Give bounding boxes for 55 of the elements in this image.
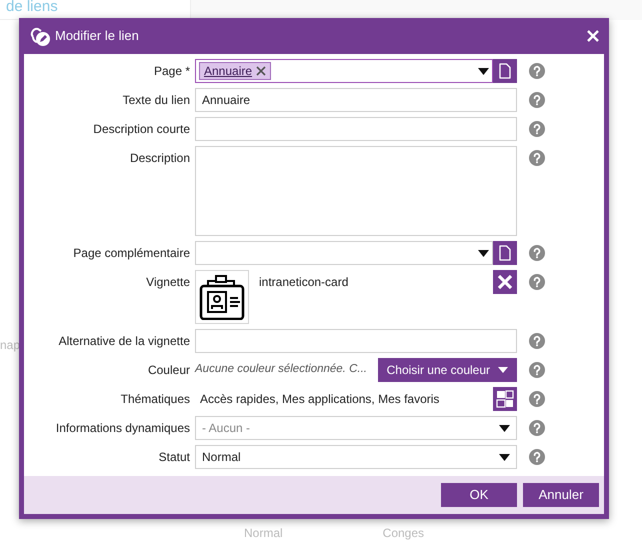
page-tag[interactable]: Annuaire	[199, 62, 272, 80]
help-icon[interactable]	[529, 274, 545, 290]
background-cell-text: Conges	[382, 525, 424, 541]
caret-icon	[478, 68, 489, 74]
text-input[interactable]: Annuaire	[195, 88, 517, 112]
field-label: Informations dynamiques	[54, 420, 190, 437]
text-input[interactable]	[195, 117, 517, 141]
close-icon	[497, 274, 513, 290]
thumbnail-name: intraneticon-card	[259, 274, 350, 291]
close-icon[interactable]	[587, 30, 599, 42]
remove-thumbnail-button[interactable]	[493, 270, 517, 294]
background-cell-text: Normal	[244, 525, 283, 541]
caret-icon	[498, 367, 508, 373]
choose-color-button[interactable]: Choisir une couleur	[378, 358, 517, 382]
field-label: Alternative de la vignette	[58, 333, 190, 350]
caret-icon	[499, 424, 510, 432]
color-field[interactable]: Aucune couleur sélectionnée. C...	[195, 361, 374, 379]
field-label: Description courte	[92, 121, 190, 138]
ok-button[interactable]: OK	[441, 483, 517, 507]
help-icon[interactable]	[529, 150, 545, 166]
dropdown-select[interactable]: Normal	[195, 445, 517, 469]
themes-value: Accès rapides, Mes applications, Mes favoris	[199, 391, 440, 408]
link-edit-icon	[29, 25, 51, 47]
help-icon[interactable]	[529, 391, 545, 407]
text-input[interactable]	[195, 329, 517, 353]
file-icon	[499, 245, 511, 261]
grid-icon	[496, 390, 514, 408]
dialog-title: Modifier le lien	[55, 27, 140, 46]
help-icon[interactable]	[529, 333, 545, 349]
remove-icon[interactable]	[256, 66, 266, 76]
file-icon	[499, 63, 511, 79]
themes-picker-button[interactable]	[493, 387, 517, 411]
cancel-button[interactable]: Annuler	[523, 483, 599, 507]
field-label: Couleur	[146, 362, 190, 379]
background-text: nap	[0, 338, 20, 352]
help-icon[interactable]	[529, 362, 545, 378]
page-select[interactable]: Annuaire	[195, 59, 493, 83]
help-icon[interactable]	[529, 245, 545, 261]
caret-icon	[499, 454, 510, 460]
page-picker-button[interactable]	[493, 59, 517, 83]
field-label: Thématiques	[120, 391, 190, 408]
field-label: Page complémentaire	[72, 245, 190, 262]
help-icon[interactable]	[529, 92, 545, 108]
help-icon[interactable]	[529, 121, 545, 137]
help-icon[interactable]	[529, 420, 545, 436]
field-label: Page *	[152, 63, 190, 80]
field-label: Statut	[158, 449, 190, 466]
field-label: Description	[128, 150, 190, 167]
help-icon[interactable]	[529, 63, 545, 79]
help-icon[interactable]	[529, 449, 545, 465]
page-picker-button[interactable]	[493, 241, 517, 265]
caret-icon	[478, 250, 489, 256]
dropdown-select[interactable]: - Aucun -	[195, 416, 517, 440]
field-label: Texte du lien	[122, 92, 190, 109]
field-label: Vignette	[145, 274, 190, 291]
